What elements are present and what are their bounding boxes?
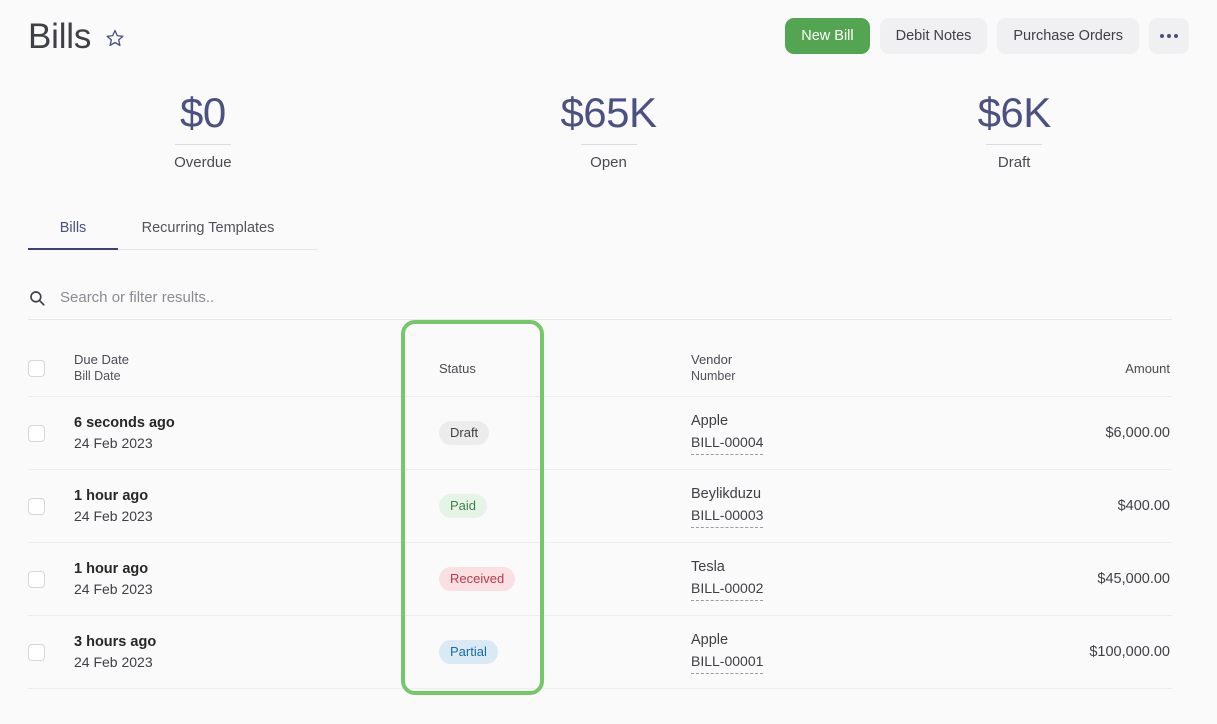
col-header-vendor-label: Vendor — [691, 352, 733, 367]
stat-open: $65K Open — [406, 88, 812, 171]
col-header-amount[interactable]: Amount — [1012, 361, 1172, 376]
row-vendor-cell: Apple BILL-00001 — [672, 630, 1012, 674]
new-bill-button[interactable]: New Bill — [785, 18, 870, 54]
header-actions: New Bill Debit Notes Purchase Orders — [785, 18, 1189, 54]
row-select-cell — [28, 643, 74, 661]
row-status-cell: Paid — [401, 494, 672, 518]
search-icon — [28, 289, 46, 307]
ellipsis-dot — [1160, 34, 1164, 38]
row-bill-number-link[interactable]: BILL-00001 — [691, 651, 764, 674]
stat-overdue-value: $0 — [179, 89, 226, 136]
col-header-status-label: Status — [439, 360, 476, 376]
row-select-cell — [28, 570, 74, 588]
row-due-date: 1 hour ago — [74, 561, 149, 577]
search-bar — [28, 276, 1172, 320]
row-amount-cell: $45,000.00 — [1012, 570, 1172, 588]
col-header-due-date[interactable]: Due Date Bill Date — [74, 351, 401, 385]
row-vendor-name: Tesla — [691, 559, 725, 575]
row-checkbox[interactable] — [28, 570, 45, 588]
tab-bills[interactable]: Bills — [28, 212, 118, 250]
row-amount: $45,000.00 — [1097, 571, 1170, 587]
table-row[interactable]: 1 hour ago 24 Feb 2023 Paid Beylikduzu B… — [28, 470, 1172, 543]
row-checkbox[interactable] — [28, 424, 45, 442]
bills-table: Due Date Bill Date Status Vendor Number … — [28, 340, 1172, 689]
row-date-cell: 1 hour ago 24 Feb 2023 — [74, 559, 401, 599]
row-vendor-cell: Apple BILL-00004 — [672, 411, 1012, 455]
table-row[interactable]: 3 hours ago 24 Feb 2023 Partial Apple BI… — [28, 616, 1172, 689]
row-amount: $6,000.00 — [1105, 425, 1170, 441]
row-vendor-name: Apple — [691, 413, 729, 429]
tab-bar: Bills Recurring Templates — [28, 212, 318, 250]
row-amount-cell: $100,000.00 — [1012, 643, 1172, 661]
search-input[interactable] — [60, 282, 660, 313]
ellipsis-dot — [1174, 34, 1178, 38]
row-status-cell: Draft — [401, 421, 672, 445]
status-badge: Received — [439, 567, 516, 591]
col-header-number-label: Number — [691, 369, 736, 383]
col-header-due-date-label: Due Date — [74, 352, 129, 367]
row-bill-number-link[interactable]: BILL-00004 — [691, 432, 764, 455]
table-row[interactable]: 1 hour ago 24 Feb 2023 Received Tesla BI… — [28, 543, 1172, 616]
row-bill-number-link[interactable]: BILL-00003 — [691, 505, 764, 528]
row-bill-date: 24 Feb 2023 — [74, 654, 153, 670]
row-vendor-name: Apple — [691, 632, 729, 648]
row-vendor-cell: Beylikduzu BILL-00003 — [672, 484, 1012, 528]
row-bill-date: 24 Feb 2023 — [74, 508, 153, 524]
status-badge: Draft — [439, 421, 490, 445]
row-due-date: 1 hour ago — [74, 488, 149, 504]
row-due-date: 6 seconds ago — [74, 415, 175, 431]
summary-stats: $0 Overdue $65K Open $6K Draft — [0, 88, 1217, 171]
debit-notes-button[interactable]: Debit Notes — [879, 18, 988, 54]
select-all-cell — [28, 359, 74, 377]
row-due-date: 3 hours ago — [74, 634, 157, 650]
row-date-cell: 6 seconds ago 24 Feb 2023 — [74, 413, 401, 453]
stat-draft: $6K Draft — [811, 88, 1217, 171]
col-header-bill-date-label: Bill Date — [74, 369, 121, 383]
row-select-cell — [28, 424, 74, 442]
row-status-cell: Received — [401, 567, 672, 591]
tab-recurring-templates[interactable]: Recurring Templates — [118, 212, 298, 250]
row-vendor-cell: Tesla BILL-00002 — [672, 557, 1012, 601]
col-header-status[interactable]: Status — [401, 361, 672, 376]
row-amount-cell: $400.00 — [1012, 497, 1172, 515]
row-amount: $100,000.00 — [1089, 644, 1170, 660]
bills-page: Bills New Bill Debit Notes Purchase Orde… — [0, 0, 1217, 724]
table-row[interactable]: 6 seconds ago 24 Feb 2023 Draft Apple BI… — [28, 397, 1172, 470]
table-header-row: Due Date Bill Date Status Vendor Number … — [28, 340, 1172, 397]
row-date-cell: 1 hour ago 24 Feb 2023 — [74, 486, 401, 526]
stat-divider — [174, 144, 231, 145]
row-checkbox[interactable] — [28, 643, 45, 661]
row-amount: $400.00 — [1117, 498, 1170, 514]
row-amount-cell: $6,000.00 — [1012, 424, 1172, 442]
status-badge: Partial — [439, 640, 498, 664]
row-date-cell: 3 hours ago 24 Feb 2023 — [74, 632, 401, 672]
stat-open-value: $65K — [560, 89, 657, 136]
stat-overdue: $0 Overdue — [0, 88, 406, 171]
stat-divider — [986, 144, 1043, 145]
ellipsis-dot — [1167, 34, 1171, 38]
row-bill-number-link[interactable]: BILL-00002 — [691, 578, 764, 601]
row-checkbox[interactable] — [28, 497, 45, 515]
title-group: Bills — [28, 19, 125, 54]
star-outline-icon[interactable] — [105, 28, 125, 48]
stat-divider — [580, 144, 637, 145]
stat-draft-value: $6K — [977, 89, 1052, 136]
row-select-cell — [28, 497, 74, 515]
row-bill-date: 24 Feb 2023 — [74, 435, 153, 451]
page-title: Bills — [28, 16, 92, 56]
row-vendor-name: Beylikduzu — [691, 486, 762, 502]
stat-draft-label: Draft — [997, 154, 1031, 171]
stat-overdue-label: Overdue — [174, 154, 232, 171]
stat-open-label: Open — [590, 154, 627, 171]
more-options-button[interactable] — [1149, 18, 1189, 54]
select-all-checkbox[interactable] — [28, 359, 45, 377]
col-header-amount-label: Amount — [1125, 360, 1170, 376]
purchase-orders-button[interactable]: Purchase Orders — [997, 18, 1139, 54]
row-bill-date: 24 Feb 2023 — [74, 581, 153, 597]
col-header-vendor[interactable]: Vendor Number — [672, 351, 1012, 385]
page-header: Bills New Bill Debit Notes Purchase Orde… — [0, 0, 1217, 72]
row-status-cell: Partial — [401, 640, 672, 664]
status-badge: Paid — [439, 494, 488, 518]
